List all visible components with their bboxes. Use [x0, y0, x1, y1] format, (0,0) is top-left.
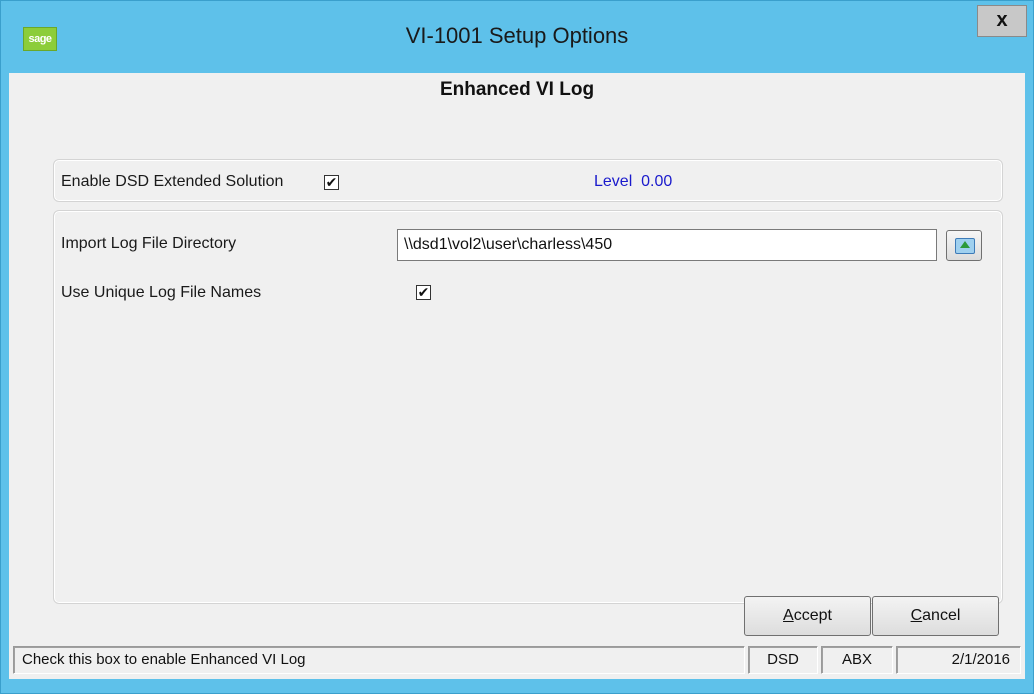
close-button[interactable]: x [977, 5, 1027, 37]
dialog-client-area: Enhanced VI Log Enable DSD Extended Solu… [9, 73, 1025, 679]
enable-extended-solution-label[interactable]: Enable DSD Extended Solution [61, 173, 283, 191]
page-heading: Enhanced VI Log [439, 79, 595, 100]
status-message: Check this box to enable Enhanced VI Log [13, 646, 745, 674]
status-date: 2/1/2016 [896, 646, 1021, 674]
check-icon: ✔ [417, 284, 430, 300]
import-log-directory-input[interactable] [397, 229, 937, 261]
level-label: Level [594, 173, 633, 190]
cancel-hotkey: C [910, 607, 923, 624]
import-log-directory-label: Import Log File Directory [61, 235, 237, 252]
cancel-button[interactable]: Cancel [872, 596, 999, 636]
unique-log-names-checkbox[interactable]: ✔ [416, 285, 431, 300]
unique-log-names-label: Use Unique Log File Names [61, 284, 262, 301]
setup-options-window: sage VI-1001 Setup Options x Enhanced VI… [0, 0, 1034, 694]
title-bar[interactable]: sage VI-1001 Setup Options x [1, 1, 1033, 74]
enable-extended-solution-checkbox[interactable]: ✔ [324, 175, 339, 190]
log-settings-panel [53, 210, 1003, 604]
status-user: ABX [821, 646, 893, 674]
accept-hotkey: A [783, 607, 794, 624]
cancel-label: ancel [922, 607, 961, 624]
check-icon: ✔ [325, 174, 338, 190]
status-bar: Check this box to enable Enhanced VI Log… [9, 643, 1025, 675]
accept-label: ccept [793, 607, 832, 624]
level-indicator: Level 0.00 [594, 173, 672, 191]
level-value: 0.00 [641, 173, 673, 190]
status-company: DSD [748, 646, 818, 674]
browse-directory-button[interactable] [946, 230, 982, 261]
accept-button[interactable]: Accept [744, 596, 871, 636]
window-title: VI-1001 Setup Options [405, 23, 629, 48]
folder-browse-icon [955, 238, 975, 254]
